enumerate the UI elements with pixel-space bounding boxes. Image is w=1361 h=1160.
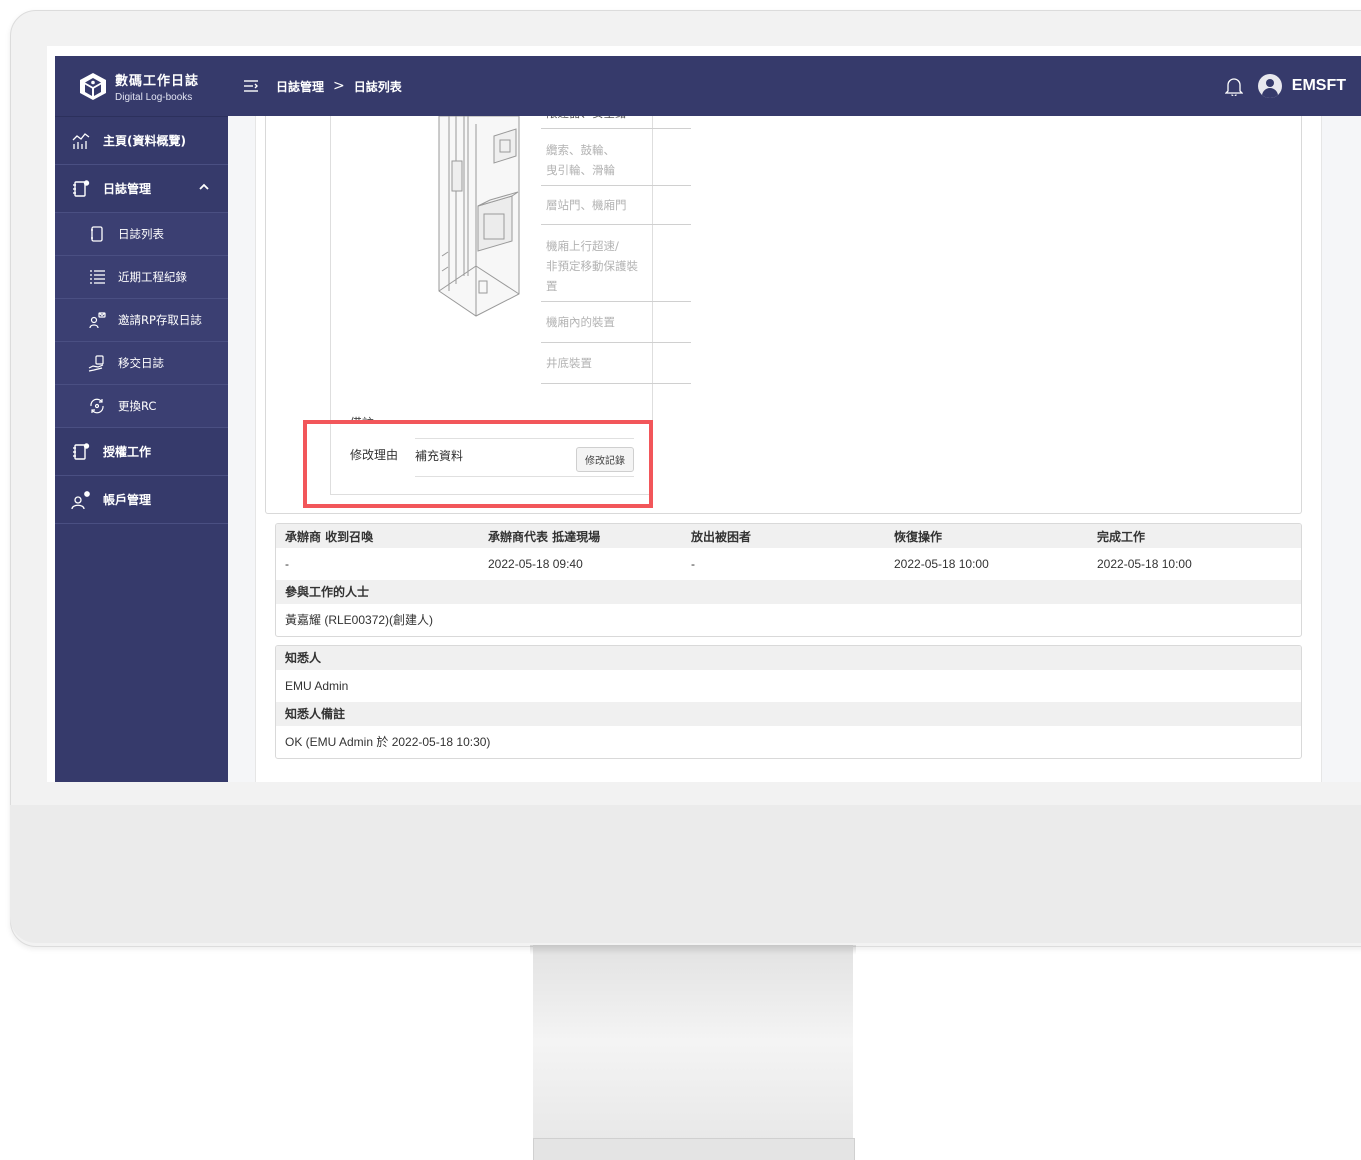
top-bar: 日誌管理 > 日誌列表 EMSFT	[228, 56, 1361, 116]
sidebar-item-label: 主頁(資料概覽)	[103, 134, 186, 148]
sidebar-item-label: 近期工程紀錄	[118, 270, 187, 284]
sidebar-item-invite-rp[interactable]: 邀請RP存取日誌	[55, 299, 228, 342]
part-item[interactable]: 層站門、機廂門	[541, 186, 691, 225]
menu-toggle-icon[interactable]	[244, 80, 258, 92]
list-icon	[88, 268, 106, 286]
sidebar-item-label: 移交日誌	[118, 356, 164, 370]
highlight-box	[303, 420, 653, 508]
sidebar-item-account-management[interactable]: 帳戶管理	[55, 476, 228, 524]
invite-icon	[88, 311, 106, 329]
sidebar-item-change-rc[interactable]: 更換RC	[55, 385, 228, 428]
monitor-stand-base	[533, 1138, 855, 1160]
elevator-diagram	[438, 116, 520, 317]
sidebar: 數碼工作日誌 Digital Log-books 主頁(資料概覽) 日誌管理 日…	[55, 56, 228, 782]
part-item[interactable]: 井底裝置	[541, 343, 691, 384]
logo-icon	[80, 73, 106, 100]
breadcrumb-log-management[interactable]: 日誌管理	[276, 78, 324, 95]
sidebar-item-log-list[interactable]: 日誌列表	[55, 213, 228, 256]
bell-icon[interactable]	[1224, 76, 1243, 96]
notified-value: EMU Admin	[285, 679, 349, 693]
sidebar-item-label: 邀請RP存取日誌	[118, 313, 202, 327]
app-screen: 數碼工作日誌 Digital Log-books 主頁(資料概覽) 日誌管理 日…	[55, 56, 1361, 782]
column-header: 恢復操作	[894, 529, 943, 544]
monitor-chin	[10, 805, 1361, 943]
sidebar-item-authorize-work[interactable]: 授權工作	[55, 428, 228, 476]
participants-label: 參與工作的人士	[276, 580, 1301, 604]
sidebar-item-handover[interactable]: 移交日誌	[55, 342, 228, 385]
sidebar-item-home[interactable]: 主頁(資料概覽)	[55, 117, 228, 165]
app-title: 數碼工作日誌	[115, 73, 200, 89]
chevron-up-icon[interactable]	[198, 181, 210, 193]
notified-table: 知悉人 EMU Admin 知悉人備註 OK (EMU Admin 於 2022…	[275, 645, 1302, 759]
breadcrumb-log-list: 日誌列表	[353, 79, 402, 94]
table-cell: 2022-05-18 10:00	[1097, 557, 1192, 571]
username[interactable]: EMSFT	[1292, 77, 1346, 95]
avatar[interactable]	[1257, 74, 1282, 98]
sidebar-item-label: 更換RC	[118, 399, 157, 413]
column-header: 承辦商代表 抵達現場	[488, 529, 601, 544]
part-item[interactable]: 機廂內的裝置	[541, 302, 691, 343]
table-cell: 2022-05-18 09:40	[488, 557, 583, 571]
notified-remark-value: OK (EMU Admin 於 2022-05-18 10:30)	[285, 735, 491, 749]
monitor-stand	[533, 945, 853, 1159]
sidebar-item-label: 授權工作	[103, 445, 152, 459]
participants-value: 黃嘉耀 (RLE00372)(創建人)	[285, 613, 434, 627]
notified-remark-label: 知悉人備註	[276, 702, 1301, 726]
form-panel: 限速器、安全鉗 纜索、鼓輪、 曳引輪、滑輪 層站門、機廂門 機廂上行超速/ 非預…	[265, 116, 1302, 514]
part-item[interactable]: 纜索、鼓輪、 曳引輪、滑輪	[541, 129, 691, 186]
part-item[interactable]: 機廂上行超速/ 非預定移動保護裝 置	[541, 225, 691, 302]
table-cell: -	[691, 557, 695, 571]
table-row: - 2022-05-18 09:40 - 2022-05-18 10:00 20…	[276, 548, 1301, 580]
column-header: 放出被困者	[691, 529, 752, 544]
timeline-table: 承辦商 收到召喚 承辦商代表 抵達現場 放出被困者 恢復操作 完成工作 - 20…	[275, 523, 1302, 637]
swap-icon	[88, 397, 106, 415]
account-icon	[71, 490, 91, 510]
sidebar-item-label: 帳戶管理	[103, 493, 152, 507]
notebook-icon	[88, 225, 106, 243]
sidebar-item-label: 日誌管理	[103, 182, 152, 196]
table-header: 承辦商 收到召喚 承辦商代表 抵達現場 放出被困者 恢復操作 完成工作	[276, 524, 1301, 548]
app-subtitle: Digital Log-books	[115, 91, 193, 103]
app-logo[interactable]: 數碼工作日誌 Digital Log-books	[55, 56, 228, 117]
handover-icon	[88, 354, 106, 372]
chart-icon	[71, 131, 91, 151]
monitor-stand-shadow	[530, 945, 856, 955]
sidebar-item-recent-records[interactable]: 近期工程紀錄	[55, 256, 228, 299]
column-header: 完成工作	[1097, 529, 1146, 544]
sidebar-item-log-management[interactable]: 日誌管理	[55, 165, 228, 213]
table-cell: 2022-05-18 10:00	[894, 557, 989, 571]
notified-label: 知悉人	[276, 646, 1301, 670]
parts-list: 限速器、安全鉗 纜索、鼓輪、 曳引輪、滑輪 層站門、機廂門 機廂上行超速/ 非預…	[541, 116, 691, 384]
sidebar-item-label: 日誌列表	[118, 227, 164, 241]
authorize-icon	[71, 442, 91, 462]
logbook-icon	[71, 179, 91, 199]
table-cell: -	[285, 557, 289, 571]
main-content: 限速器、安全鉗 纜索、鼓輪、 曳引輪、滑輪 層站門、機廂門 機廂上行超速/ 非預…	[228, 116, 1361, 782]
breadcrumb-separator: >	[333, 78, 345, 94]
part-item[interactable]: 限速器、安全鉗	[541, 116, 691, 129]
column-header: 承辦商 收到召喚	[285, 529, 374, 544]
